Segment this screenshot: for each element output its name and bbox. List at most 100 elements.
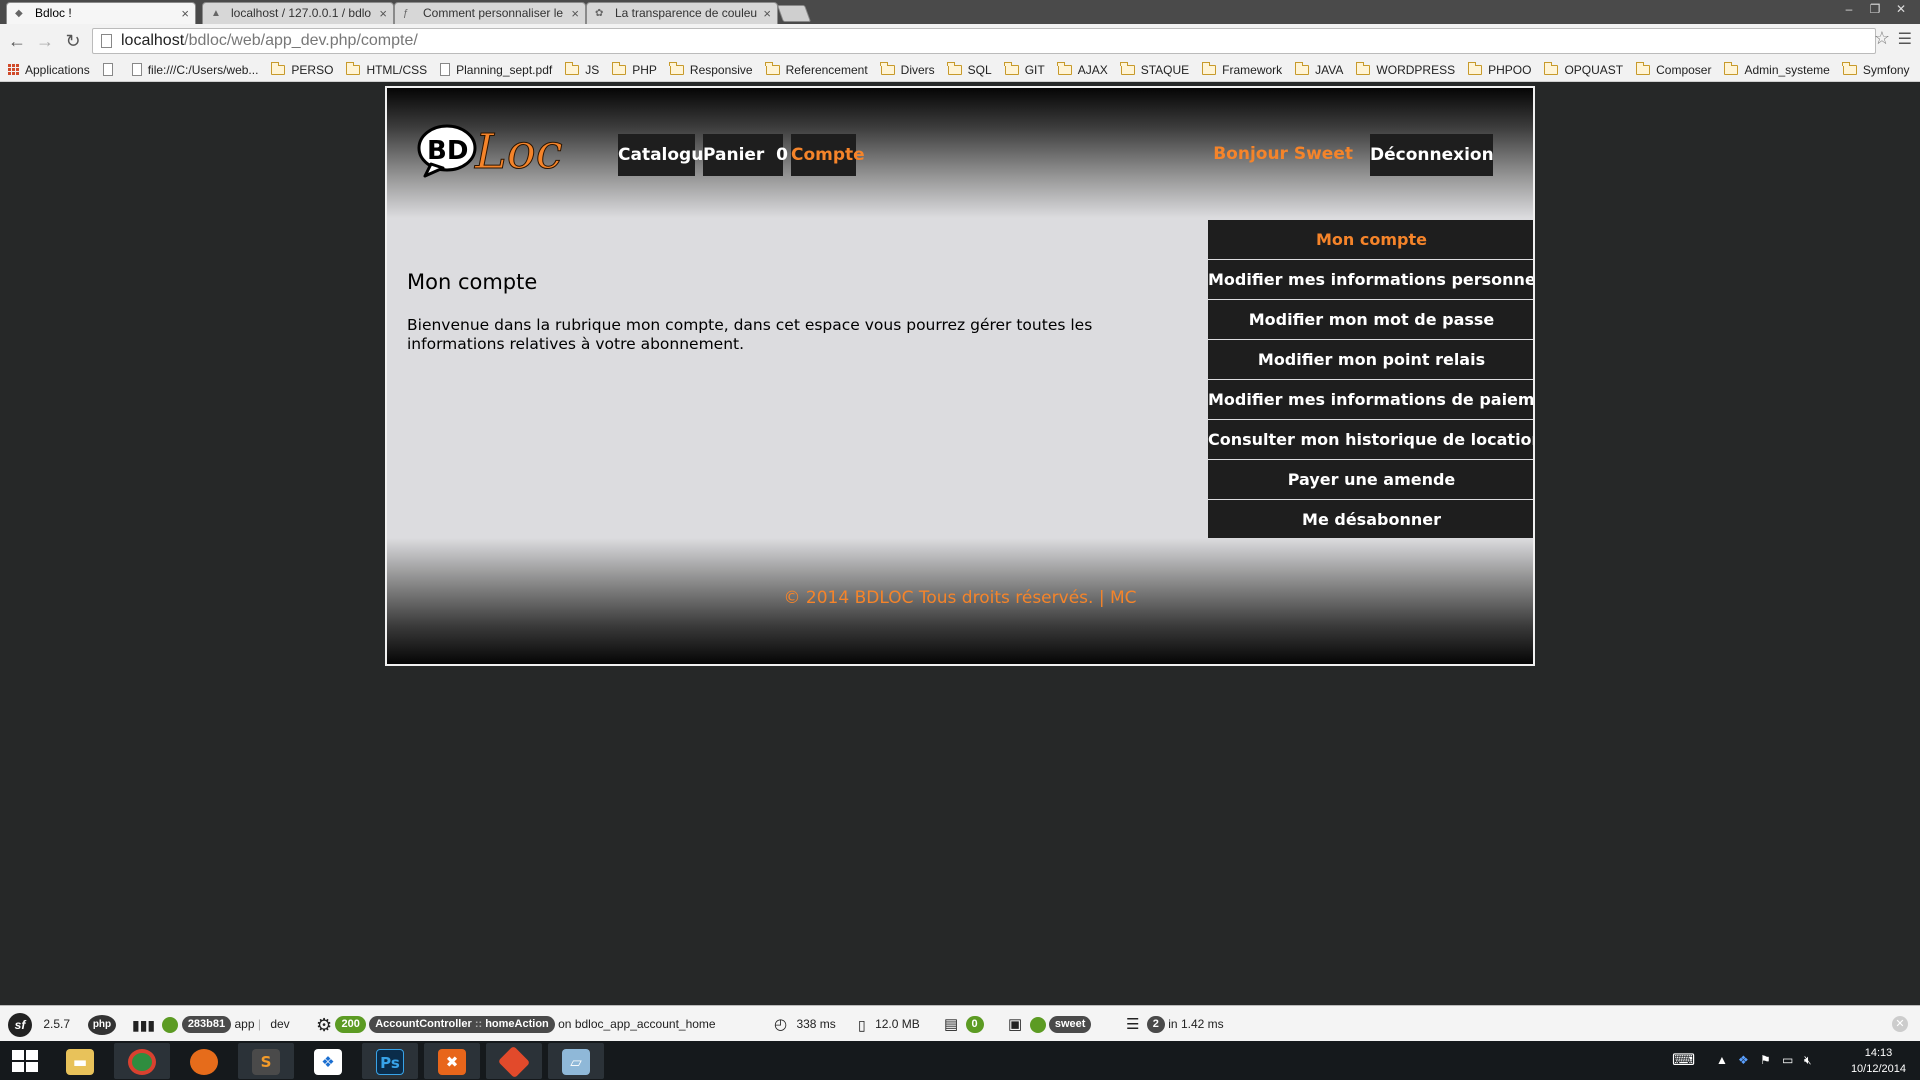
side-menu-item[interactable]: Payer une amende — [1208, 460, 1533, 499]
timer-panel[interactable]: ◴ 338 ms — [774, 1006, 836, 1042]
folder-icon — [947, 61, 962, 75]
side-menu-item[interactable]: Me désabonner — [1208, 500, 1533, 539]
bookmark-item[interactable]: Responsive — [669, 61, 753, 77]
bookmark-item[interactable]: Composer — [1635, 61, 1711, 77]
bookmark-item[interactable]: JS — [564, 61, 599, 77]
side-menu-item[interactable]: Modifier mon mot de passe — [1208, 300, 1533, 339]
request-panel[interactable]: ⚙ 200 AccountController :: homeAction on… — [316, 1006, 716, 1042]
bookmark-item[interactable]: OPQUAST — [1543, 61, 1623, 77]
browser-tab[interactable]: ƒ Comment personnaliser le × — [394, 2, 586, 24]
reload-icon[interactable]: ↻ — [62, 30, 84, 52]
bookmark-item[interactable]: PHPOO — [1467, 61, 1531, 77]
taskbar-photoshop[interactable]: Ps — [362, 1043, 418, 1079]
network-icon[interactable]: ▭ — [1782, 1041, 1793, 1080]
php-panel[interactable]: php — [88, 1006, 116, 1042]
bookmark-star-icon[interactable]: ☆ — [1874, 28, 1890, 49]
bookmark-item[interactable]: PERSO — [270, 61, 333, 77]
memory-icon: ▯ — [858, 1016, 866, 1033]
show-hidden-icons-icon[interactable]: ▲ — [1716, 1041, 1728, 1080]
side-menu-item[interactable]: Modifier mon point relais — [1208, 340, 1533, 379]
bookmark-item[interactable]: Framework — [1201, 61, 1282, 77]
minimize-icon[interactable]: – — [1836, 2, 1862, 16]
dropbox-tray-icon[interactable]: ❖ — [1738, 1041, 1749, 1080]
bookmark-item[interactable]: GIT — [1004, 61, 1045, 77]
browser-tab[interactable]: ◆ Bdloc ! × — [6, 2, 196, 24]
nav-compte-link[interactable]: Compte — [791, 134, 865, 176]
close-window-icon[interactable]: ✕ — [1888, 2, 1914, 16]
bookmarks-bar: Applications file:///C:/Users/web... PERSO… — [0, 58, 1920, 82]
side-menu-item[interactable]: Modifier mes informations de paiement — [1208, 380, 1533, 419]
close-tab-icon[interactable]: × — [571, 3, 579, 24]
bookmark-item[interactable] — [102, 63, 119, 76]
address-bar[interactable]: localhost/bdloc/web/app_dev.php/compte/ — [92, 28, 1876, 54]
side-menu-item[interactable]: Consulter mon historique de locations — [1208, 420, 1533, 459]
taskbar-chrome[interactable] — [114, 1043, 170, 1079]
taskbar-xampp[interactable]: ✖ — [424, 1043, 480, 1079]
apps-grid-icon — [8, 64, 19, 75]
folder-icon: ▬ — [66, 1049, 94, 1075]
folder-icon — [669, 61, 684, 75]
bookmark-item[interactable]: Symfony — [1842, 61, 1910, 77]
symfony-version-panel[interactable]: sf 2.5.7 — [8, 1006, 70, 1042]
side-menu-item[interactable]: Modifier mes informations personnelles — [1208, 260, 1533, 299]
taskbar-firefox[interactable] — [176, 1043, 232, 1079]
dropbox-icon: ❖ — [314, 1049, 342, 1075]
logout-button[interactable]: Déconnexion — [1370, 134, 1494, 176]
folder-icon — [1355, 61, 1371, 75]
browser-tab-title: Bdloc ! — [35, 6, 72, 20]
bdloc-logo[interactable]: BD Loc — [417, 116, 585, 182]
bookmark-label: Referencement — [785, 62, 868, 77]
firefox-icon — [190, 1049, 218, 1075]
back-arrow-icon[interactable]: ← — [6, 30, 28, 52]
bookmark-item[interactable]: STAQUE — [1120, 61, 1189, 77]
logout-label: Déconnexion — [1370, 145, 1494, 165]
nav-catalogue-link[interactable]: Catalogue — [618, 134, 715, 176]
url-text[interactable]: localhost/bdloc/web/app_dev.php/compte/ — [121, 32, 418, 50]
bookmark-item[interactable]: PHP — [611, 61, 657, 77]
keyboard-icon[interactable]: ⌨ — [1672, 1041, 1695, 1080]
clipboard-icon: ▤ — [944, 1015, 959, 1033]
xampp-icon: ✖ — [438, 1049, 466, 1075]
bookmark-item[interactable]: Referencement — [765, 61, 868, 77]
bookmark-item[interactable]: HTML/CSS — [345, 61, 427, 77]
memory-usage: 12.0 MB — [875, 1017, 920, 1031]
browser-tab[interactable]: ✿ La transparence de couleu × — [586, 2, 778, 24]
bookmark-item[interactable]: Applications — [8, 63, 90, 77]
bookmark-item[interactable]: AJAX — [1057, 61, 1108, 77]
restore-icon[interactable]: ❐ — [1862, 2, 1888, 16]
folder-icon — [1635, 61, 1651, 75]
config-panel[interactable]: ▮▮▮ 283b81 app | dev — [132, 1006, 290, 1042]
close-tab-icon[interactable]: × — [379, 3, 387, 24]
new-tab-button[interactable] — [776, 5, 812, 22]
volume-muted-icon[interactable]: 🔇︎ — [1804, 1041, 1812, 1080]
close-tab-icon[interactable]: × — [763, 3, 771, 24]
bookmark-item[interactable]: file:///C:/Users/web... — [131, 63, 258, 77]
nav-panier-link[interactable]: Panier 0 — [703, 134, 788, 176]
side-menu-item[interactable]: Mon compte — [1208, 220, 1533, 259]
bookmark-item[interactable]: Planning_sept.pdf — [440, 63, 552, 77]
browser-tab[interactable]: ▲ localhost / 127.0.0.1 / bdlo × — [202, 2, 394, 24]
taskbar-explorer[interactable]: ▬ — [52, 1043, 108, 1079]
security-panel[interactable]: ▣ sweet — [1008, 1006, 1092, 1042]
taskbar-sublime[interactable]: S — [238, 1043, 294, 1079]
close-toolbar-icon[interactable]: ✕ — [1892, 1016, 1908, 1032]
taskbar-notepad[interactable]: ▱ — [548, 1043, 604, 1079]
hamburger-menu-icon[interactable]: ☰ — [1898, 29, 1912, 49]
bookmark-item[interactable]: Admin_systeme — [1723, 61, 1830, 77]
database-panel[interactable]: ☰ 2 in 1.42 ms — [1126, 1006, 1224, 1042]
environment: dev — [270, 1017, 290, 1031]
action-center-flag-icon[interactable]: ⚑ — [1760, 1041, 1771, 1080]
bookmark-item[interactable]: WORDPRESS — [1355, 61, 1455, 77]
taskbar-dropbox[interactable]: ❖ — [300, 1043, 356, 1079]
logger-panel[interactable]: ▤ 0 — [944, 1006, 984, 1042]
taskbar-clock[interactable]: 14:13 10/12/2014 — [1851, 1045, 1906, 1077]
memory-panel[interactable]: ▯ 12.0 MB — [858, 1006, 920, 1042]
taskbar-git[interactable] — [486, 1043, 542, 1079]
close-tab-icon[interactable]: × — [181, 3, 189, 24]
windows-start-button[interactable] — [12, 1050, 38, 1072]
bookmark-item[interactable]: Divers — [880, 61, 935, 77]
folder-icon — [1004, 61, 1019, 75]
forward-arrow-icon[interactable]: → — [34, 30, 56, 52]
bookmark-item[interactable]: JAVA — [1294, 61, 1343, 77]
bookmark-item[interactable]: SQL — [947, 61, 992, 77]
